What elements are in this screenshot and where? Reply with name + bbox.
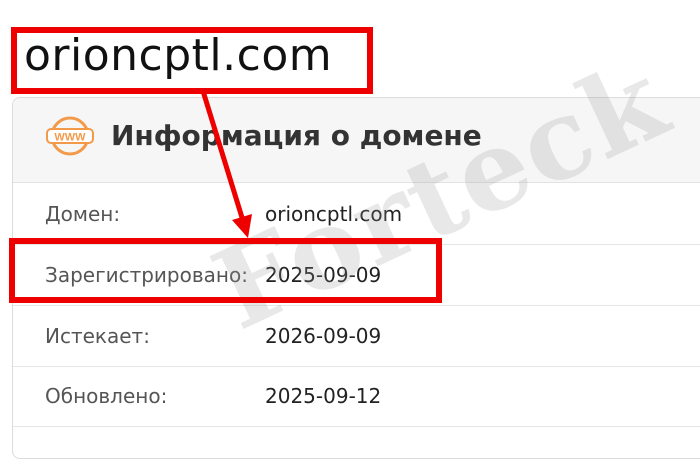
row-value: 2026-09-09 xyxy=(265,324,382,348)
row-expires: Истекает: 2026-09-09 xyxy=(13,306,700,367)
row-label: Зарегистрировано: xyxy=(45,263,248,287)
row-value: 2025-09-12 xyxy=(265,384,382,408)
row-updated: Обновлено: 2025-09-12 xyxy=(13,366,700,427)
www-globe-icon: WWW xyxy=(46,116,94,156)
row-label: Домен: xyxy=(45,202,121,226)
domain-heading: orioncptl.com xyxy=(24,30,333,81)
row-domain: Домен: orioncptl.com xyxy=(13,184,700,245)
row-label: Обновлено: xyxy=(45,384,168,408)
domain-info-card: WWW Информация о домене Домен: orioncptl… xyxy=(12,97,700,459)
card-title: Информация о домене xyxy=(111,119,482,152)
row-registered: Зарегистрировано: 2025-09-09 xyxy=(13,245,700,306)
row-value: orioncptl.com xyxy=(265,202,403,226)
row-label: Истекает: xyxy=(45,324,150,348)
www-icon-label: WWW xyxy=(54,132,86,144)
row-value: 2025-09-09 xyxy=(265,263,382,287)
card-header: WWW Информация о домене xyxy=(13,98,700,183)
